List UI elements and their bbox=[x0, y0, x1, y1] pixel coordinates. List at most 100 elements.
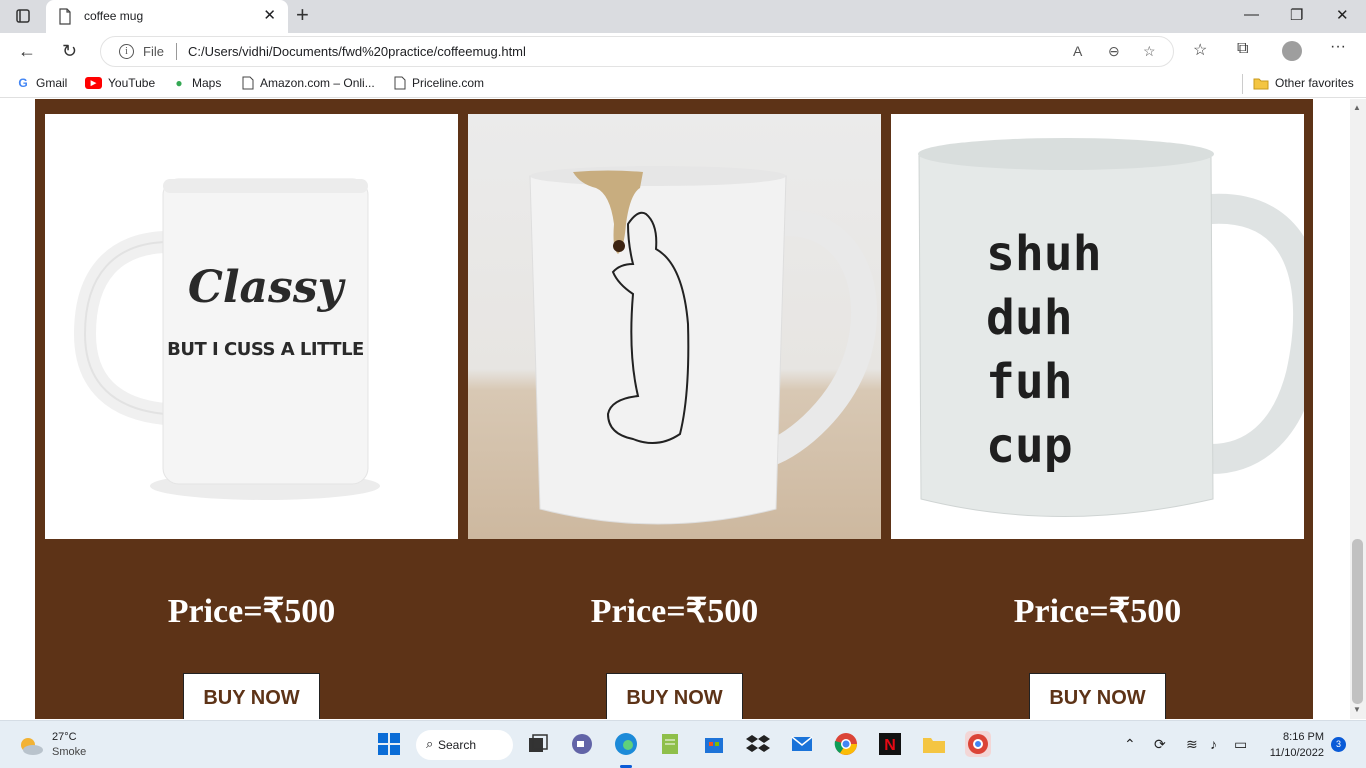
back-icon[interactable]: ← bbox=[18, 41, 36, 61]
bookmark-label: Amazon.com – Onli... bbox=[260, 76, 375, 90]
product-price: Price=₹500 bbox=[590, 593, 759, 630]
system-clock[interactable]: 8:16 PM 11/10/2022 bbox=[1262, 729, 1324, 761]
product-card: Price=₹500 BUY NOW bbox=[468, 114, 881, 719]
bookmark-label: YouTube bbox=[108, 76, 156, 90]
add-favorite-icon[interactable]: ☆ bbox=[1143, 43, 1156, 60]
other-favorites-label: Other favorites bbox=[1275, 76, 1354, 90]
bookmark-youtube[interactable]: ▶ YouTube bbox=[85, 76, 155, 90]
new-tab-icon[interactable]: + bbox=[296, 4, 309, 26]
divider bbox=[176, 43, 177, 60]
favorites-icon[interactable]: ☆ bbox=[1193, 40, 1207, 60]
mug-text-line: shuh bbox=[986, 226, 1102, 282]
close-window-icon[interactable]: ✕ bbox=[1336, 6, 1349, 24]
volume-icon[interactable]: ♪ bbox=[1210, 736, 1217, 752]
mug-image-drip bbox=[468, 114, 881, 539]
weather-icon bbox=[21, 738, 43, 755]
restore-icon[interactable]: ❐ bbox=[1290, 6, 1303, 24]
mug-script-text: Classy bbox=[187, 262, 344, 313]
chrome-alt-icon[interactable] bbox=[965, 731, 991, 757]
buy-now-button[interactable]: BUY NOW bbox=[183, 673, 320, 719]
svg-text:N: N bbox=[884, 737, 896, 754]
product-section: Classy BUT I CUSS A LITTLE Price=₹500 BU… bbox=[35, 99, 1313, 719]
mail-icon[interactable] bbox=[789, 731, 815, 757]
bookmark-label: Maps bbox=[192, 76, 222, 90]
buy-now-button[interactable]: BUY NOW bbox=[606, 673, 743, 719]
folder-icon bbox=[1253, 78, 1269, 90]
scroll-up-icon[interactable]: ▲ bbox=[1353, 103, 1361, 112]
bookmark-amazon[interactable]: Amazon.com – Onli... bbox=[242, 76, 375, 90]
scroll-down-icon[interactable]: ▼ bbox=[1353, 705, 1361, 714]
page-icon bbox=[394, 76, 406, 90]
mug-image-classy: Classy BUT I CUSS A LITTLE bbox=[45, 114, 458, 539]
url-text[interactable]: C:/Users/vidhi/Documents/fwd%20practice/… bbox=[188, 44, 526, 59]
bookmark-label: Gmail bbox=[36, 76, 68, 90]
sync-icon[interactable]: ⟳ bbox=[1154, 736, 1166, 753]
clock-date: 11/10/2022 bbox=[1269, 747, 1324, 759]
divider bbox=[1242, 74, 1243, 94]
more-menu-icon[interactable]: ··· bbox=[1330, 38, 1346, 56]
read-aloud-icon[interactable]: A bbox=[1073, 43, 1082, 59]
minimize-icon[interactable]: — bbox=[1244, 6, 1259, 23]
scroll-thumb[interactable] bbox=[1352, 539, 1363, 704]
bookmark-label: Priceline.com bbox=[412, 76, 485, 90]
buy-now-button[interactable]: BUY NOW bbox=[1029, 673, 1166, 719]
mug-text-line: cup bbox=[986, 418, 1073, 474]
netflix-icon[interactable]: N bbox=[877, 731, 903, 757]
taskbar-search[interactable]: ⌕ Search bbox=[416, 730, 513, 760]
windows-start-icon[interactable] bbox=[376, 731, 402, 757]
profile-avatar[interactable] bbox=[1282, 41, 1302, 61]
zoom-icon[interactable]: ⊖ bbox=[1108, 43, 1120, 60]
page-icon bbox=[242, 76, 254, 90]
search-icon: ⌕ bbox=[426, 736, 434, 751]
battery-icon[interactable]: ▭ bbox=[1234, 736, 1247, 753]
bookmark-priceline[interactable]: Priceline.com bbox=[394, 76, 484, 90]
temperature: 27°C bbox=[52, 731, 77, 743]
page-icon bbox=[59, 8, 71, 25]
address-bar[interactable]: i File C:/Users/vidhi/Documents/fwd%20pr… bbox=[100, 36, 1174, 67]
page-viewport: Classy BUT I CUSS A LITTLE Price=₹500 BU… bbox=[0, 99, 1350, 719]
task-view-icon[interactable] bbox=[525, 731, 551, 757]
file-explorer-icon[interactable] bbox=[921, 731, 947, 757]
search-label: Search bbox=[438, 738, 477, 752]
drip-mug-illustration bbox=[468, 114, 881, 539]
bookmark-maps[interactable]: ● Maps bbox=[172, 76, 221, 90]
show-hidden-icons[interactable]: ⌃ bbox=[1124, 736, 1136, 753]
product-price: Price=₹500 bbox=[167, 593, 336, 630]
tab-actions-icon[interactable] bbox=[15, 8, 31, 24]
refresh-icon[interactable]: ↻ bbox=[62, 41, 77, 61]
chat-icon[interactable] bbox=[569, 731, 595, 757]
product-card: Classy BUT I CUSS A LITTLE Price=₹500 BU… bbox=[45, 114, 458, 719]
wifi-icon[interactable]: ≋ bbox=[1186, 736, 1198, 753]
google-icon: G bbox=[18, 76, 28, 90]
bookmark-gmail[interactable]: G Gmail bbox=[16, 76, 67, 90]
maps-pin-icon: ● bbox=[175, 76, 183, 90]
product-card: shuh duh fuh cup Price=₹500 BUY NOW bbox=[891, 114, 1304, 719]
clock-time: 8:16 PM bbox=[1283, 731, 1324, 743]
mug-text-line: fuh bbox=[986, 354, 1073, 410]
classy-mug-illustration bbox=[45, 114, 458, 539]
close-tab-icon[interactable]: ✕ bbox=[263, 7, 276, 25]
active-tab[interactable]: coffee mug ✕ bbox=[46, 0, 288, 33]
tab-title: coffee mug bbox=[84, 9, 144, 23]
tab-bar: coffee mug ✕ + — ❐ ✕ bbox=[0, 0, 1366, 33]
notification-badge[interactable]: 3 bbox=[1331, 737, 1346, 752]
product-price: Price=₹500 bbox=[1013, 593, 1182, 630]
edge-browser-icon[interactable] bbox=[613, 731, 639, 757]
mug-caption-text: BUT I CUSS A LITTLE bbox=[167, 339, 364, 360]
address-row: ← ↻ i File C:/Users/vidhi/Documents/fwd%… bbox=[0, 33, 1366, 70]
taskbar: 27°C Smoke ⌕ Search N ⌃ ⟳ ≋ ♪ ▭ 8:16 PM … bbox=[0, 720, 1366, 768]
notepad-icon[interactable] bbox=[657, 731, 683, 757]
other-favorites[interactable]: Other favorites bbox=[1253, 76, 1354, 90]
weather-condition: Smoke bbox=[52, 746, 87, 758]
store-icon[interactable] bbox=[701, 731, 727, 757]
chrome-icon[interactable] bbox=[833, 731, 859, 757]
mug-text-line: duh bbox=[986, 290, 1073, 346]
bookmarks-bar: G Gmail ▶ YouTube ● Maps Amazon.com – On… bbox=[0, 70, 1366, 98]
mug-image-shuh: shuh duh fuh cup bbox=[891, 114, 1304, 539]
mug-text-block: shuh duh fuh cup bbox=[986, 222, 1102, 478]
collections-icon[interactable]: ⧉ bbox=[1237, 40, 1248, 58]
scheme-label: File bbox=[143, 44, 164, 59]
vertical-scrollbar[interactable]: ▲ ▼ bbox=[1350, 99, 1366, 719]
info-icon[interactable]: i bbox=[119, 44, 134, 59]
dropbox-icon[interactable] bbox=[745, 731, 771, 757]
